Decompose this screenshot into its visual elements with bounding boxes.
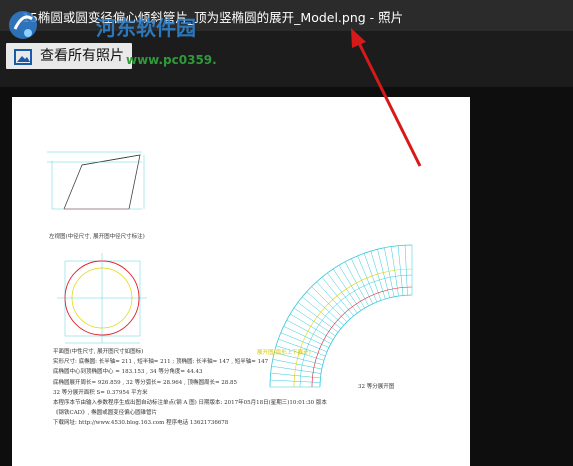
- annotation-arrow: [351, 28, 422, 167]
